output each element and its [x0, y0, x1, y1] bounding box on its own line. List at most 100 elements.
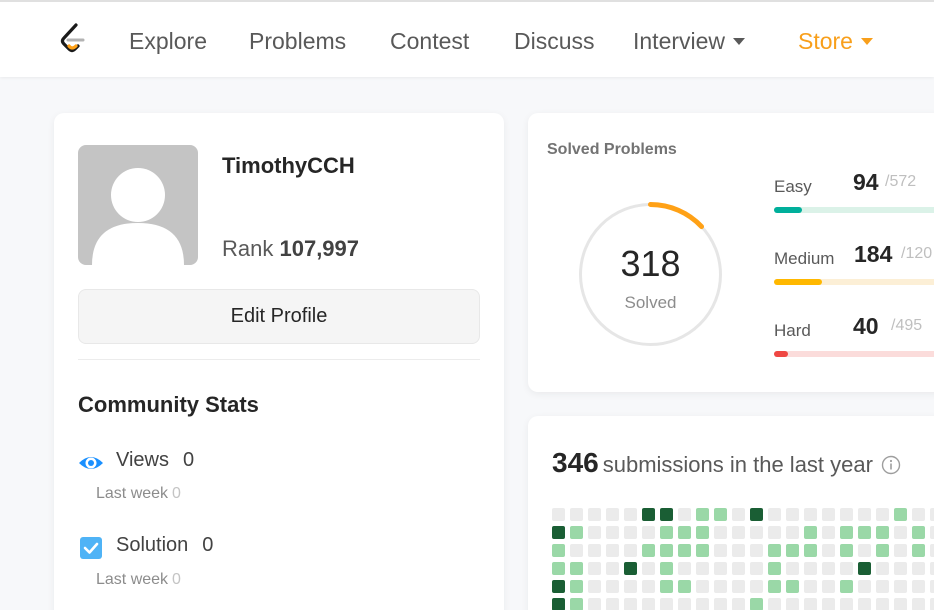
- heatmap-cell[interactable]: [768, 544, 781, 557]
- heatmap-cell[interactable]: [624, 508, 637, 521]
- heatmap-cell[interactable]: [786, 598, 799, 610]
- heatmap-cell[interactable]: [768, 526, 781, 539]
- heatmap-cell[interactable]: [840, 580, 853, 593]
- heatmap-cell[interactable]: [804, 598, 817, 610]
- heatmap-cell[interactable]: [660, 544, 673, 557]
- heatmap-cell[interactable]: [732, 580, 745, 593]
- heatmap-cell[interactable]: [804, 526, 817, 539]
- heatmap-cell[interactable]: [912, 598, 925, 610]
- heatmap-cell[interactable]: [930, 508, 934, 521]
- heatmap-cell[interactable]: [606, 598, 619, 610]
- heatmap-cell[interactable]: [768, 580, 781, 593]
- heatmap-cell[interactable]: [750, 526, 763, 539]
- heatmap-cell[interactable]: [876, 508, 889, 521]
- heatmap-cell[interactable]: [678, 526, 691, 539]
- heatmap-cell[interactable]: [876, 598, 889, 610]
- heatmap-cell[interactable]: [570, 526, 583, 539]
- heatmap-cell[interactable]: [894, 562, 907, 575]
- heatmap-cell[interactable]: [642, 580, 655, 593]
- heatmap-cell[interactable]: [786, 562, 799, 575]
- heatmap-cell[interactable]: [822, 508, 835, 521]
- heatmap-cell[interactable]: [570, 598, 583, 610]
- heatmap-cell[interactable]: [660, 562, 673, 575]
- heatmap-cell[interactable]: [678, 508, 691, 521]
- heatmap-cell[interactable]: [732, 544, 745, 557]
- heatmap-cell[interactable]: [840, 526, 853, 539]
- heatmap-cell[interactable]: [768, 508, 781, 521]
- heatmap-cell[interactable]: [804, 508, 817, 521]
- heatmap-cell[interactable]: [912, 544, 925, 557]
- heatmap-cell[interactable]: [552, 562, 565, 575]
- heatmap-cell[interactable]: [552, 544, 565, 557]
- heatmap-cell[interactable]: [678, 580, 691, 593]
- heatmap-cell[interactable]: [732, 598, 745, 610]
- heatmap-cell[interactable]: [750, 544, 763, 557]
- heatmap-cell[interactable]: [624, 598, 637, 610]
- heatmap-cell[interactable]: [642, 598, 655, 610]
- heatmap-cell[interactable]: [930, 562, 934, 575]
- heatmap-cell[interactable]: [786, 544, 799, 557]
- heatmap-cell[interactable]: [840, 544, 853, 557]
- heatmap-cell[interactable]: [822, 562, 835, 575]
- heatmap-cell[interactable]: [912, 508, 925, 521]
- heatmap-cell[interactable]: [840, 598, 853, 610]
- heatmap-cell[interactable]: [696, 544, 709, 557]
- heatmap-cell[interactable]: [714, 580, 727, 593]
- heatmap-cell[interactable]: [570, 562, 583, 575]
- heatmap-cell[interactable]: [588, 544, 601, 557]
- info-icon[interactable]: [881, 455, 901, 475]
- heatmap-cell[interactable]: [858, 544, 871, 557]
- heatmap-cell[interactable]: [714, 526, 727, 539]
- heatmap-cell[interactable]: [624, 544, 637, 557]
- heatmap-cell[interactable]: [894, 526, 907, 539]
- heatmap-cell[interactable]: [714, 562, 727, 575]
- heatmap-cell[interactable]: [552, 598, 565, 610]
- heatmap-cell[interactable]: [678, 598, 691, 610]
- heatmap-cell[interactable]: [606, 526, 619, 539]
- heatmap-cell[interactable]: [642, 508, 655, 521]
- heatmap-cell[interactable]: [570, 580, 583, 593]
- nav-problems[interactable]: Problems: [249, 28, 346, 55]
- heatmap-cell[interactable]: [642, 544, 655, 557]
- heatmap-cell[interactable]: [858, 580, 871, 593]
- heatmap-cell[interactable]: [732, 562, 745, 575]
- heatmap-cell[interactable]: [822, 526, 835, 539]
- heatmap-cell[interactable]: [894, 580, 907, 593]
- heatmap-cell[interactable]: [624, 562, 637, 575]
- heatmap-cell[interactable]: [858, 598, 871, 610]
- heatmap-cell[interactable]: [894, 508, 907, 521]
- heatmap-cell[interactable]: [750, 598, 763, 610]
- heatmap-cell[interactable]: [786, 526, 799, 539]
- heatmap-cell[interactable]: [588, 508, 601, 521]
- heatmap-cell[interactable]: [750, 580, 763, 593]
- heatmap-cell[interactable]: [714, 598, 727, 610]
- heatmap-cell[interactable]: [606, 508, 619, 521]
- heatmap-cell[interactable]: [714, 544, 727, 557]
- heatmap-cell[interactable]: [912, 562, 925, 575]
- heatmap-cell[interactable]: [858, 508, 871, 521]
- heatmap-cell[interactable]: [786, 508, 799, 521]
- heatmap-cell[interactable]: [804, 544, 817, 557]
- nav-contest[interactable]: Contest: [390, 28, 469, 55]
- heatmap-cell[interactable]: [876, 580, 889, 593]
- heatmap-cell[interactable]: [714, 508, 727, 521]
- leetcode-logo-icon[interactable]: [58, 22, 90, 58]
- heatmap-cell[interactable]: [768, 598, 781, 610]
- heatmap-cell[interactable]: [552, 580, 565, 593]
- heatmap-cell[interactable]: [588, 562, 601, 575]
- heatmap-cell[interactable]: [930, 580, 934, 593]
- heatmap-cell[interactable]: [822, 580, 835, 593]
- heatmap-cell[interactable]: [840, 508, 853, 521]
- heatmap-cell[interactable]: [678, 562, 691, 575]
- edit-profile-button[interactable]: Edit Profile: [78, 289, 480, 344]
- heatmap-cell[interactable]: [786, 580, 799, 593]
- heatmap-cell[interactable]: [840, 562, 853, 575]
- heatmap-cell[interactable]: [642, 526, 655, 539]
- heatmap-cell[interactable]: [876, 562, 889, 575]
- heatmap-cell[interactable]: [660, 508, 673, 521]
- heatmap-cell[interactable]: [768, 562, 781, 575]
- heatmap-cell[interactable]: [660, 526, 673, 539]
- heatmap-cell[interactable]: [642, 562, 655, 575]
- heatmap-cell[interactable]: [660, 598, 673, 610]
- heatmap-cell[interactable]: [678, 544, 691, 557]
